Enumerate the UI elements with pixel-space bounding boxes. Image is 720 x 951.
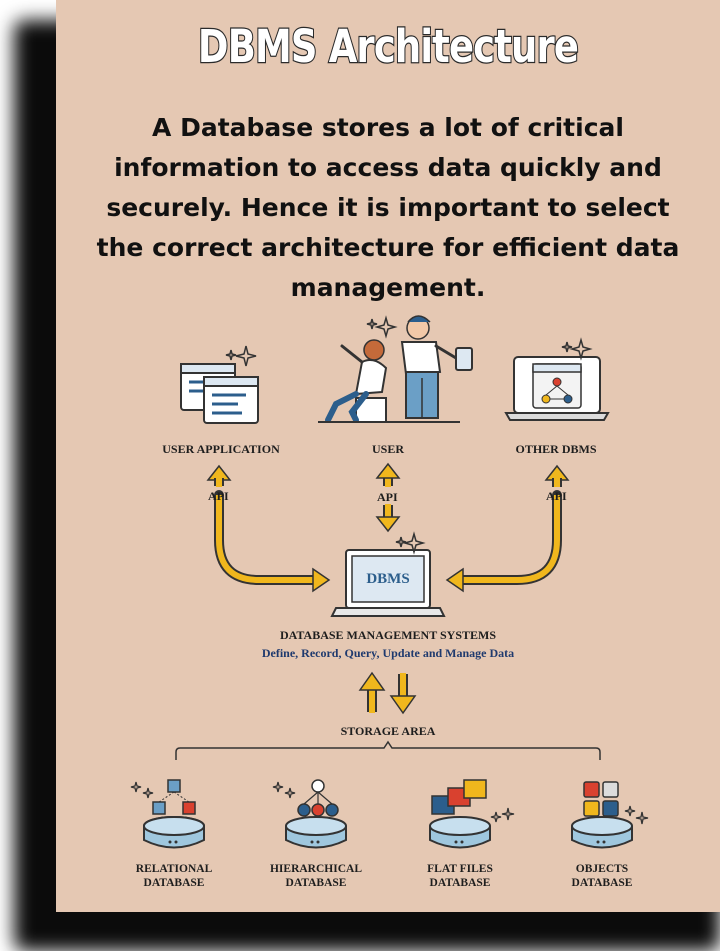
storage-arrows — [358, 671, 417, 715]
api-arrow-right — [445, 464, 570, 593]
dbms-screen-text: DBMS — [366, 571, 410, 587]
users-icon — [318, 315, 473, 423]
hierarchical-label-line1: HIERARCHICAL — [269, 863, 362, 875]
relational-label-line2: DATABASE — [143, 877, 205, 889]
dbms-title: DATABASE MANAGEMENT SYSTEMS — [279, 628, 497, 642]
user-application-label: USER APPLICATION — [162, 442, 280, 456]
api-label-left: API — [208, 489, 229, 503]
storage-brace — [175, 740, 601, 760]
hierarchical-database-label: HIERARCHICAL DATABASE — [256, 862, 376, 890]
relational-database-label: RELATIONAL DATABASE — [114, 862, 234, 890]
objects-database-label: OBJECTS DATABASE — [542, 862, 662, 890]
api-arrow-left — [206, 464, 331, 593]
hierarchical-database-icon — [272, 779, 347, 849]
objects-label-line2: DATABASE — [571, 877, 633, 889]
dbms-subtitle: Define, Record, Query, Update and Manage… — [261, 646, 515, 660]
hierarchical-label-line2: DATABASE — [285, 877, 347, 889]
api-label-center: API — [377, 490, 398, 504]
user-label: USER — [371, 442, 404, 456]
objects-database-icon — [571, 781, 649, 849]
flat-files-database-label: FLAT FILES DATABASE — [400, 862, 520, 890]
sparkle-icon — [366, 315, 398, 339]
infographic-card: DBMS Architecture A Database stores a lo… — [56, 0, 720, 912]
relational-label-line1: RELATIONAL — [135, 863, 213, 875]
flat-files-database-icon — [429, 779, 515, 849]
api-label-right: API — [546, 489, 567, 503]
storage-area-label: STORAGE AREA — [340, 724, 436, 738]
sparkle-icon — [561, 337, 593, 361]
relational-database-icon — [130, 779, 205, 849]
flat-files-label-line2: DATABASE — [429, 877, 491, 889]
other-dbms-label: OTHER DBMS — [515, 442, 597, 456]
user-application-icon — [180, 363, 259, 424]
objects-label-line1: OBJECTS — [575, 863, 629, 875]
other-dbms-monitor-icon — [504, 356, 610, 421]
flat-files-label-line1: FLAT FILES — [427, 863, 493, 875]
